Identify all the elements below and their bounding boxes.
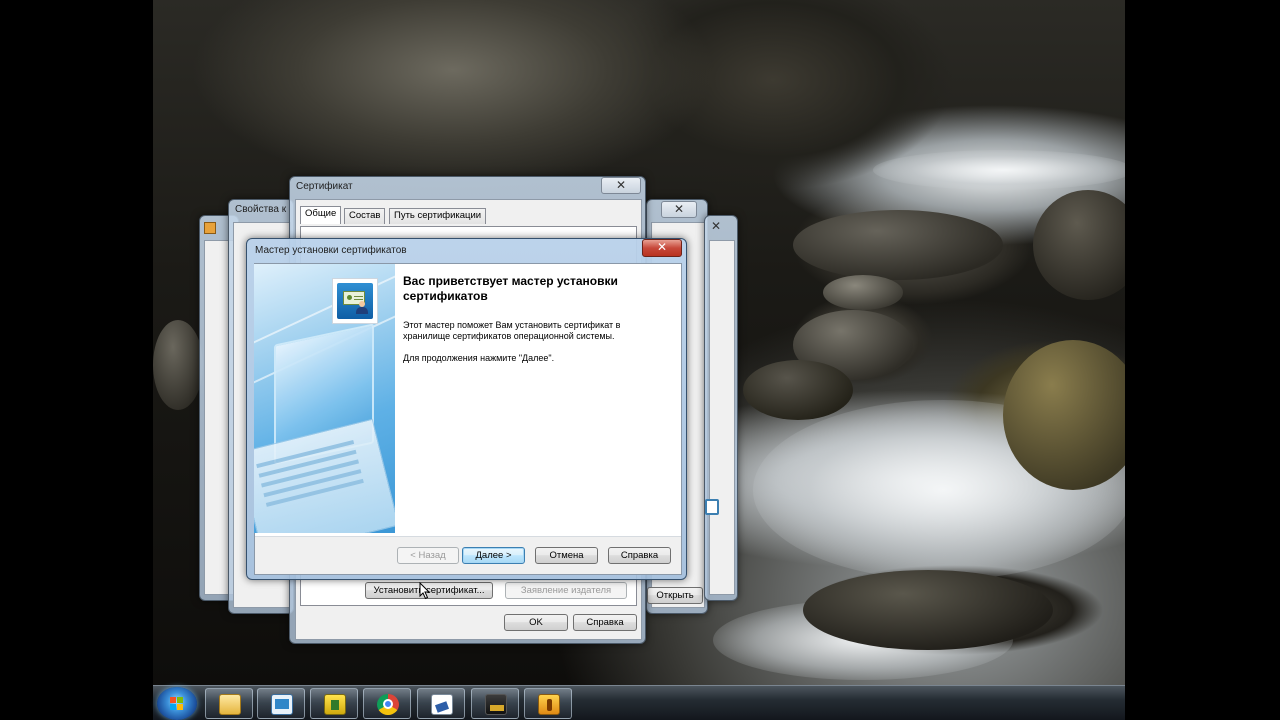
start-button[interactable] xyxy=(157,687,197,720)
network-app-icon xyxy=(324,694,346,715)
wizard-help-button[interactable]: Справка xyxy=(608,547,671,564)
close-icon: ✕ xyxy=(656,240,668,254)
taskbar-security-app[interactable] xyxy=(524,688,572,719)
close-icon: ✕ xyxy=(673,202,685,216)
taskbar-explorer[interactable] xyxy=(205,688,253,719)
wizard-description: Этот мастер поможет Вам установить серти… xyxy=(403,320,621,341)
security-app-icon xyxy=(538,694,560,715)
document-app-icon xyxy=(431,694,453,715)
wizard-close-button[interactable]: ✕ xyxy=(642,239,682,257)
open-button[interactable]: Открыть xyxy=(647,587,703,604)
selected-field[interactable] xyxy=(705,499,719,515)
certificate-help-button[interactable]: Справка xyxy=(573,614,637,631)
wizard-cancel-button[interactable]: Отмена xyxy=(535,547,598,564)
letterbox-right xyxy=(1125,0,1280,720)
taskbar-certificate-tool[interactable] xyxy=(257,688,305,719)
issuer-statement-button: Заявление издателя xyxy=(505,582,627,599)
back-window-2[interactable]: ✕ xyxy=(704,215,738,601)
wizard-next-button[interactable]: Далее > xyxy=(462,547,525,564)
certificate-close-button[interactable]: ✕ xyxy=(601,177,641,194)
wizard-title: Мастер установки сертификатов xyxy=(255,245,407,256)
back-window-close-button[interactable]: ✕ xyxy=(661,201,697,218)
wizard-heading: Вас приветствует мастер установки сертиф… xyxy=(403,274,618,303)
close-icon[interactable]: ✕ xyxy=(711,219,721,233)
explorer-icon xyxy=(219,694,241,715)
taskbar-document-app[interactable] xyxy=(417,688,465,719)
certificate-tool-icon xyxy=(271,694,293,715)
taskbar-crypto-app[interactable] xyxy=(471,688,519,719)
tab-general[interactable]: Общие xyxy=(300,206,342,224)
wizard-back-button: < Назад xyxy=(397,547,459,564)
taskbar-chrome[interactable] xyxy=(363,688,411,719)
wizard-continue-hint: Для продолжения нажмите "Далее". xyxy=(403,353,555,363)
taskbar xyxy=(153,685,1125,720)
letterbox-left xyxy=(0,0,153,720)
mouse-cursor-icon xyxy=(419,582,430,600)
taskbar-network-app[interactable] xyxy=(310,688,358,719)
properties-window-title: Свойства к xyxy=(235,204,287,215)
chrome-icon xyxy=(377,694,399,715)
crypto-app-icon xyxy=(485,694,507,715)
folder-icon xyxy=(204,222,216,234)
windows-logo-icon xyxy=(170,697,184,710)
certificate-icon xyxy=(332,278,378,324)
tab-details[interactable]: Состав xyxy=(344,208,386,224)
ok-button[interactable]: OK xyxy=(504,614,568,631)
close-icon: ✕ xyxy=(615,178,627,192)
certificate-window-title: Сертификат xyxy=(296,181,353,192)
tab-certification-path[interactable]: Путь сертификации xyxy=(389,208,487,224)
